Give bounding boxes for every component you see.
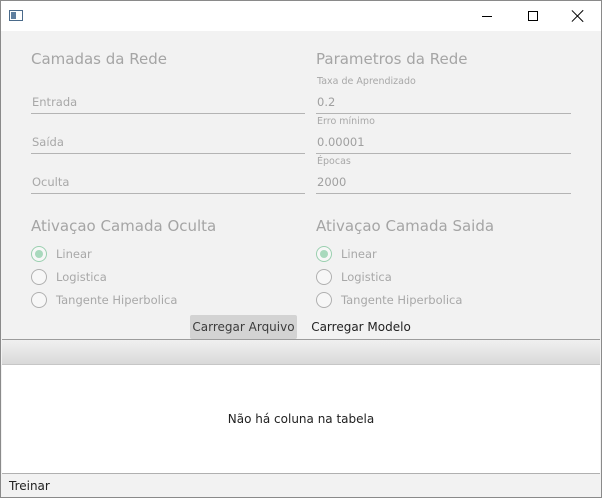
radio-label: Linear (341, 247, 377, 261)
table-header (2, 340, 600, 365)
output-activation-title: Ativaçao Camada Saida (316, 217, 495, 235)
radio-unselected-icon (31, 269, 47, 285)
min-error-label: Erro mínimo (317, 116, 375, 127)
layers-title: Camadas da Rede (31, 50, 167, 68)
hidden-activation-linear-radio[interactable]: Linear (31, 245, 92, 263)
min-error-field[interactable]: 0.00001 (316, 129, 571, 154)
epochs-label: Épocas (317, 156, 351, 167)
bottom-bar: Treinar (1, 473, 601, 497)
learning-rate-value: 0.2 (317, 95, 336, 109)
hidden-activation-tanh-radio[interactable]: Tangente Hiperbolica (31, 291, 177, 309)
minimize-button[interactable] (464, 1, 510, 31)
radio-unselected-icon (316, 292, 332, 308)
hidden-layer-placeholder: Oculta (32, 175, 70, 189)
radio-label: Linear (56, 247, 92, 261)
radio-label: Logistica (341, 270, 392, 284)
minimize-icon (482, 15, 492, 17)
close-button[interactable] (555, 1, 601, 31)
radio-unselected-icon (31, 292, 47, 308)
output-activation-logistic-radio[interactable]: Logistica (316, 268, 392, 286)
load-model-button[interactable]: Carregar Modelo (307, 315, 415, 339)
radio-selected-icon (31, 246, 47, 262)
min-error-value: 0.00001 (317, 135, 365, 149)
app-window: Camadas da Rede Entrada Saída Oculta Par… (0, 0, 602, 498)
input-layer-placeholder: Entrada (32, 95, 78, 109)
radio-label: Logistica (56, 270, 107, 284)
output-activation-linear-radio[interactable]: Linear (316, 245, 377, 263)
load-file-button[interactable]: Carregar Arquivo (190, 315, 297, 339)
epochs-field[interactable]: 2000 (316, 169, 571, 194)
radio-selected-icon (316, 246, 332, 262)
radio-label: Tangente Hiperbolica (341, 293, 463, 307)
input-layer-field[interactable]: Entrada (31, 89, 305, 114)
output-activation-tanh-radio[interactable]: Tangente Hiperbolica (316, 291, 462, 309)
output-layer-placeholder: Saída (32, 135, 64, 149)
close-icon (572, 10, 584, 22)
radio-label: Tangente Hiperbolica (56, 293, 178, 307)
data-table[interactable]: Não há coluna na tabela (2, 339, 600, 474)
app-window-icon (9, 10, 23, 21)
learning-rate-field[interactable]: 0.2 (316, 89, 571, 114)
table-empty-placeholder: Não há coluna na tabela (227, 412, 375, 426)
params-title: Parametros da Rede (316, 50, 468, 68)
learning-rate-label: Taxa de Aprendizado (317, 76, 416, 87)
output-layer-field[interactable]: Saída (31, 129, 305, 154)
maximize-button[interactable] (510, 1, 556, 31)
maximize-icon (528, 11, 538, 21)
hidden-layer-field[interactable]: Oculta (31, 169, 305, 194)
title-bar (1, 1, 601, 31)
epochs-value: 2000 (317, 175, 347, 189)
radio-unselected-icon (316, 269, 332, 285)
train-button[interactable]: Treinar (9, 479, 50, 493)
hidden-activation-title: Ativaçao Camada Oculta (31, 217, 217, 235)
hidden-activation-logistic-radio[interactable]: Logistica (31, 268, 107, 286)
